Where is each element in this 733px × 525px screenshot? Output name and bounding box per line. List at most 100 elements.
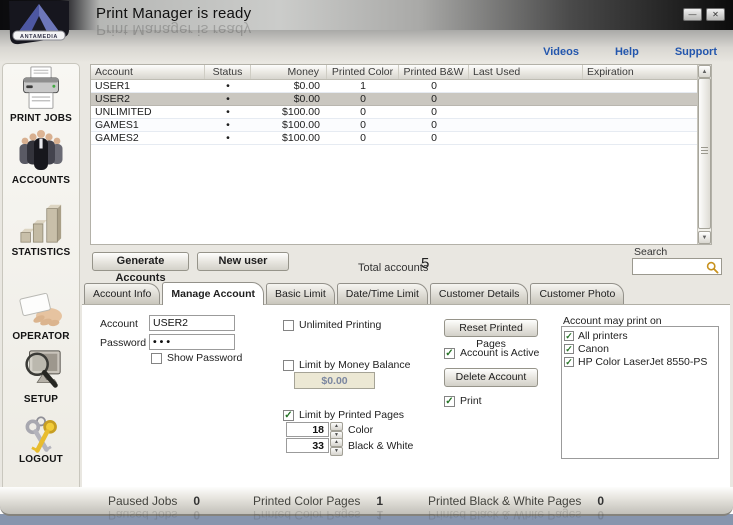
scrollbar-thumb[interactable] [698,78,711,229]
bw-pages-stepper[interactable]: 33 ▲ ▼ [286,438,343,453]
account-input[interactable]: USER2 [149,315,235,331]
sidebar-item-accounts[interactable]: ACCOUNTS [3,128,79,186]
sidebar-item-logout[interactable]: LOGOUT [3,415,79,465]
color-label: Color [348,424,373,436]
search-icon [706,261,719,274]
column-header-money[interactable]: Money [251,65,327,79]
antamedia-logo: ANTAMEDIA [7,1,71,45]
column-header-printed-bw[interactable]: Printed B&W [399,65,469,79]
close-button[interactable]: ✕ [706,8,725,21]
stepper-up-icon[interactable]: ▲ [330,422,343,431]
column-header-expiration[interactable]: Expiration [583,65,711,79]
cell-account: USER1 [91,80,205,92]
printed-bw-pages-reflection: Printed Black & White Pages0 [428,508,604,522]
table-row-unlimited[interactable]: UNLIMITED • $100.00 0 0 [91,106,711,119]
brand-text: ANTAMEDIA [20,34,58,40]
paused-jobs-value: 0 [193,494,200,508]
tab-customer-details[interactable]: Customer Details [430,283,529,304]
checkbox-checked-icon: ✓ [283,410,294,421]
cell-last-used [469,132,583,144]
limit-pages-checkbox[interactable]: ✓ Limit by Printed Pages [283,409,404,421]
printed-bw-pages-status: Printed Black & White Pages 0 Printed Bl… [428,494,604,522]
cell-last-used [469,106,583,118]
delete-account-button[interactable]: Delete Account [444,368,538,387]
unlimited-printing-checkbox[interactable]: Unlimited Printing [283,319,381,331]
cell-printed-color: 1 [327,80,399,92]
table-row-user2-selected[interactable]: USER2 • $0.00 0 0 [91,93,711,106]
videos-link[interactable]: Videos [543,46,579,58]
tab-date-time-limit[interactable]: Date/Time Limit [337,283,428,304]
card-hand-icon [3,292,79,330]
printer-item-all-printers[interactable]: ✓ All printers [564,329,718,342]
bw-stepper-buttons: ▲ ▼ [330,438,343,453]
account-active-checkbox[interactable]: ✓ Account is Active [444,347,539,359]
support-link[interactable]: Support [675,46,717,58]
printer-item-canon[interactable]: ✓ Canon [564,342,718,355]
bw-pages-value[interactable]: 33 [286,438,329,453]
cell-printed-bw: 0 [399,119,469,131]
sidebar-item-operator[interactable]: OPERATOR [3,292,79,342]
tab-customer-photo[interactable]: Customer Photo [530,283,624,304]
password-input[interactable]: ••• [149,334,235,350]
table-row-user1[interactable]: USER1 • $0.00 1 0 [91,80,711,93]
show-password-label: Show Password [167,352,242,364]
sidebar: PRINT JOBS ACCOUNTS [2,63,80,504]
cell-printed-bw: 0 [399,80,469,92]
reset-printed-pages-button[interactable]: Reset Printed Pages [444,319,538,337]
cell-printed-color: 0 [327,119,399,131]
sidebar-label-logout: LOGOUT [3,454,79,465]
scrollbar-grip-icon [701,147,708,154]
show-password-checkbox[interactable]: Show Password [151,352,242,364]
sidebar-item-print-jobs[interactable]: PRINT JOBS [3,66,79,124]
table-scrollbar[interactable]: ▲ ▼ [697,65,711,244]
account-field-label: Account [100,318,138,330]
window-controls: — ✕ [683,8,725,21]
checkbox-unchecked-icon [283,360,294,371]
account-active-label: Account is Active [460,347,539,359]
manage-account-panel: Account USER2 Password ••• Show Password… [82,304,730,487]
cell-printed-bw: 0 [399,132,469,144]
column-header-status[interactable]: Status [205,65,251,79]
sidebar-item-setup[interactable]: SETUP [3,347,79,405]
sidebar-label-accounts: ACCOUNTS [3,175,79,186]
tab-account-info[interactable]: Account Info [84,283,160,304]
column-header-account[interactable]: Account [91,65,205,79]
scroll-down-icon[interactable]: ▼ [698,231,711,244]
table-row-games2[interactable]: GAMES2 • $100.00 0 0 [91,132,711,145]
printed-color-pages-reflection: Printed Color Pages1 [253,508,383,522]
money-balance-field: $0.00 [294,372,375,389]
checkbox-checked-icon: ✓ [564,344,574,354]
search-input[interactable] [632,258,722,275]
color-pages-value[interactable]: 18 [286,422,329,437]
generate-accounts-button[interactable]: Generate Accounts [92,252,189,271]
tab-manage-account[interactable]: Manage Account [162,282,264,305]
sidebar-item-statistics[interactable]: STATISTICS [3,200,79,258]
checkbox-checked-icon: ✓ [444,348,455,359]
header-links: Videos Help Support [543,46,717,58]
status-dot-icon: • [205,119,251,131]
new-user-button[interactable]: New user [197,252,289,271]
minimize-button[interactable]: — [683,8,702,21]
limit-money-checkbox[interactable]: Limit by Money Balance [283,359,410,371]
checkbox-unchecked-icon [283,320,294,331]
column-header-printed-color[interactable]: Printed Color [327,65,399,79]
total-accounts-label: Total accounts [358,262,428,274]
password-field-label: Password [100,337,146,349]
scroll-up-icon[interactable]: ▲ [698,65,711,78]
stepper-down-icon[interactable]: ▼ [330,447,343,456]
column-header-last-used[interactable]: Last Used [469,65,583,79]
account-tabs: Account Info Manage Account Basic Limit … [84,283,624,304]
print-checkbox[interactable]: ✓ Print [444,395,482,407]
status-dot-icon: • [205,132,251,144]
stepper-up-icon[interactable]: ▲ [330,438,343,447]
help-link[interactable]: Help [615,46,639,58]
printed-bw-pages-value: 0 [597,494,604,508]
bw-label: Black & White [348,440,413,452]
color-pages-stepper[interactable]: 18 ▲ ▼ [286,422,343,437]
cell-expiration [583,119,711,131]
tab-basic-limit[interactable]: Basic Limit [266,283,335,304]
antamedia-logo-icon: ANTAMEDIA [7,1,71,45]
table-row-games1[interactable]: GAMES1 • $100.00 0 0 [91,119,711,132]
printer-item-hp-laserjet[interactable]: ✓ HP Color LaserJet 8550-PS [564,355,718,368]
checkbox-unchecked-icon [151,353,162,364]
